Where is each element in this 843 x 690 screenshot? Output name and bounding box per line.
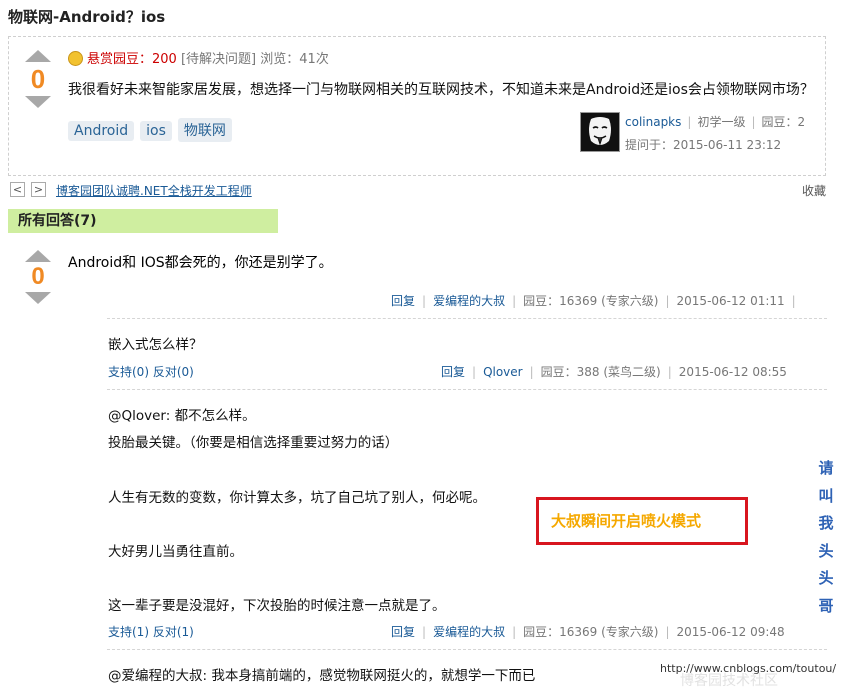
vertical-char: 头: [818, 569, 834, 587]
reply-link[interactable]: 回复: [391, 625, 415, 639]
vertical-char: 叫: [818, 486, 834, 505]
answer-user-link[interactable]: 爱编程的大叔: [433, 294, 505, 308]
comment-text: 这一辈子要是没混好，下次投胎的时候注意一点就是了。: [108, 598, 446, 614]
tag-android[interactable]: Android: [68, 121, 135, 141]
comment-text: 嵌入式怎么样？: [108, 337, 203, 353]
reply-link[interactable]: 回复: [441, 365, 465, 379]
vertical-annotation: 请 叫 我 头 头 哥: [815, 455, 837, 620]
comment-meta: 回复 | Qlover | 园豆：388 (菜鸟二级) | 2015-06-12 08:55: [441, 365, 787, 379]
answer-vote: 0: [23, 250, 53, 304]
mask-avatar-icon: [581, 113, 619, 151]
vertical-char: 头: [818, 541, 834, 560]
bounty-value: 200: [152, 52, 177, 67]
comment-user-beans: 园豆：16369 (专家六级): [523, 625, 659, 639]
bounty-label: 悬赏园豆：: [87, 52, 153, 67]
answer-body: Android和 IOS都会死的，你还是别学了。: [68, 255, 333, 271]
asked-time: 提问于：2015-06-11 23:12: [625, 138, 782, 152]
vertical-char: 哥: [818, 596, 834, 615]
divider: [107, 318, 827, 319]
question-vote: 0: [23, 50, 53, 108]
annotation-callout: 大叔瞬间开启喷火模式: [536, 497, 748, 545]
downvote-arrow-icon[interactable]: [25, 96, 51, 108]
comment-user-link[interactable]: 爱编程的大叔: [433, 625, 505, 639]
tag-list: Android ios 物联网: [68, 118, 238, 142]
ad-link[interactable]: 博客园团队诚聘.NET全栈开发工程师: [56, 182, 252, 199]
answer-time: 2015-06-12 01:11: [676, 294, 785, 308]
next-button[interactable]: >: [31, 182, 46, 197]
tag-iot[interactable]: 物联网: [177, 118, 232, 142]
comment-time: 2015-06-12 09:48: [676, 625, 785, 639]
asker-level: 初学一级: [697, 115, 746, 129]
asker-beans: 园豆：2: [761, 115, 806, 129]
oppose-link[interactable]: 反对(0): [153, 365, 194, 379]
answer-score: 0: [31, 263, 45, 290]
favorite-link[interactable]: 收藏: [802, 182, 826, 199]
downvote-arrow-icon[interactable]: [25, 292, 51, 304]
support-link[interactable]: 支持(0): [108, 365, 149, 379]
comment-text: @Qlover: 都不怎么样。: [108, 408, 256, 424]
asker-avatar[interactable]: [580, 112, 620, 152]
oppose-link[interactable]: 反对(1): [153, 625, 194, 639]
support-link[interactable]: 支持(1): [108, 625, 149, 639]
question-status: [待解决问题]: [180, 52, 257, 67]
asker-info: colinapks | 初学一级 | 园豆：2: [625, 115, 806, 129]
comment-text: 投胎最关键。（你要是相信选择重要过努力的话）: [108, 435, 399, 451]
vertical-char: 请: [818, 459, 834, 477]
comment-user-link[interactable]: Qlover: [483, 365, 523, 379]
vertical-char: 我: [818, 514, 834, 532]
question-title: 物联网-Android？ios: [8, 8, 166, 26]
question-body: 我很看好未来智能家居发展，想选择一门与物联网相关的互联网技术，不知道未来是And…: [68, 82, 814, 98]
divider: [107, 649, 827, 650]
upvote-arrow-icon[interactable]: [25, 250, 51, 262]
watermark-url: http://www.cnblogs.com/toutou/: [660, 662, 837, 675]
comment-text: 大好男儿当勇往直前。: [108, 544, 243, 560]
comment-vote-links: 支持(1) 反对(1): [108, 623, 194, 640]
comment-text: 人生有无数的变数，你计算太多，坑了自己坑了别人，何必呢。: [108, 490, 486, 506]
comment-meta: 回复 | 爱编程的大叔 | 园豆：16369 (专家六级) | 2015-06-12 09:…: [391, 625, 785, 639]
comment-time: 2015-06-12 08:55: [678, 365, 787, 379]
answer-user-beans: 园豆：16369 (专家六级): [523, 294, 659, 308]
divider: [107, 389, 827, 390]
answers-header: 所有回答(7): [8, 209, 278, 233]
question-score: 0: [30, 64, 46, 94]
comment-text: @爱编程的大叔: 我本身搞前端的，感觉物联网挺火的，就想学一下而已: [108, 668, 536, 684]
coin-icon: [68, 51, 83, 66]
comment-user-beans: 园豆：388 (菜鸟二级): [540, 365, 661, 379]
reply-link[interactable]: 回复: [391, 294, 415, 308]
view-count: 浏览：41次: [260, 52, 329, 67]
comment-vote-links: 支持(0) 反对(0): [108, 363, 194, 380]
prev-button[interactable]: <: [10, 182, 25, 197]
upvote-arrow-icon[interactable]: [25, 50, 51, 62]
tag-ios[interactable]: ios: [140, 121, 172, 141]
asker-name-link[interactable]: colinapks: [625, 115, 681, 129]
answer-meta: 回复 | 爱编程的大叔 | 园豆：16369 (专家六级) | 2015-06-12 01:…: [391, 294, 796, 308]
bounty-line: 悬赏园豆：200 [待解决问题] 浏览：41次: [68, 48, 329, 67]
